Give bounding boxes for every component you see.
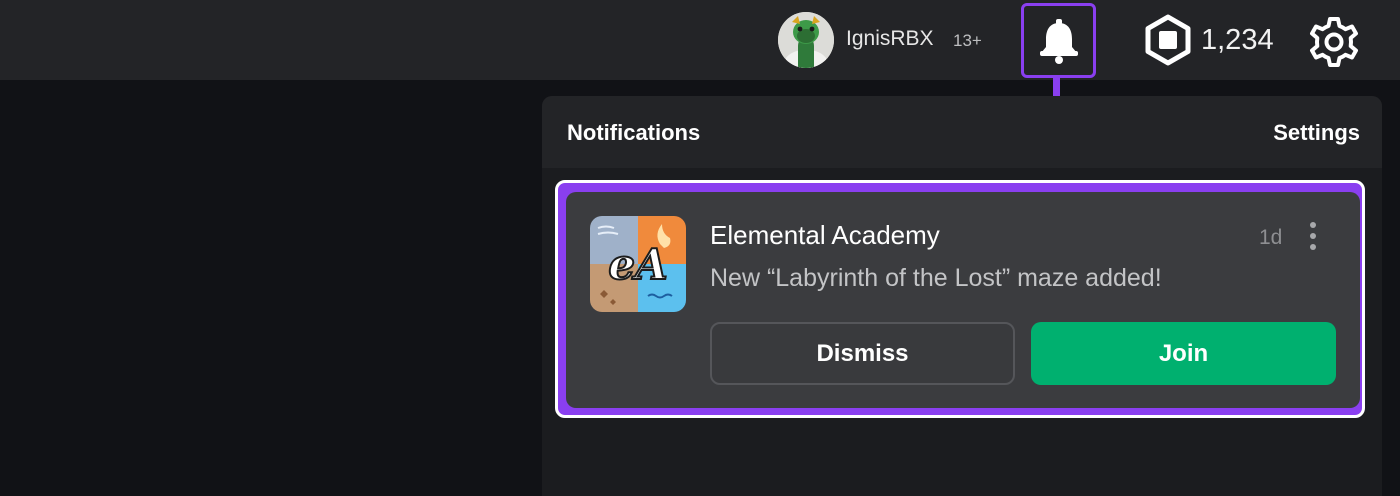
game-thumbnail[interactable]: eA	[590, 216, 686, 312]
bell-icon	[1040, 19, 1078, 64]
elemental-academy-logo: eA	[590, 216, 686, 312]
svg-text:eA: eA	[608, 240, 667, 289]
notifications-button[interactable]	[1021, 3, 1096, 78]
avatar[interactable]	[778, 12, 834, 68]
top-navigation-bar: IgnisRBX 13+ 1,234	[0, 0, 1400, 80]
dismiss-button[interactable]: Dismiss	[710, 322, 1015, 385]
age-badge: 13+	[953, 31, 982, 50]
notification-time: 1d	[1259, 226, 1283, 249]
join-button[interactable]: Join	[1031, 322, 1336, 385]
notification-title: Elemental Academy	[710, 220, 940, 250]
robux-icon[interactable]	[1142, 14, 1194, 66]
more-options-icon[interactable]	[1308, 221, 1318, 251]
gear-icon[interactable]	[1308, 16, 1360, 68]
avatar-image	[778, 12, 834, 68]
notifications-panel-header: Notifications Settings	[542, 96, 1382, 168]
username[interactable]: IgnisRBX	[846, 27, 934, 51]
notification-message: New “Labyrinth of the Lost” maze added!	[710, 264, 1162, 292]
robux-balance[interactable]: 1,234	[1201, 24, 1274, 57]
panel-title: Notifications	[567, 120, 701, 145]
notification-settings-link[interactable]: Settings	[1273, 120, 1360, 146]
notification-card[interactable]: eA Elemental Academy 1d New “Labyrinth o…	[566, 192, 1360, 408]
